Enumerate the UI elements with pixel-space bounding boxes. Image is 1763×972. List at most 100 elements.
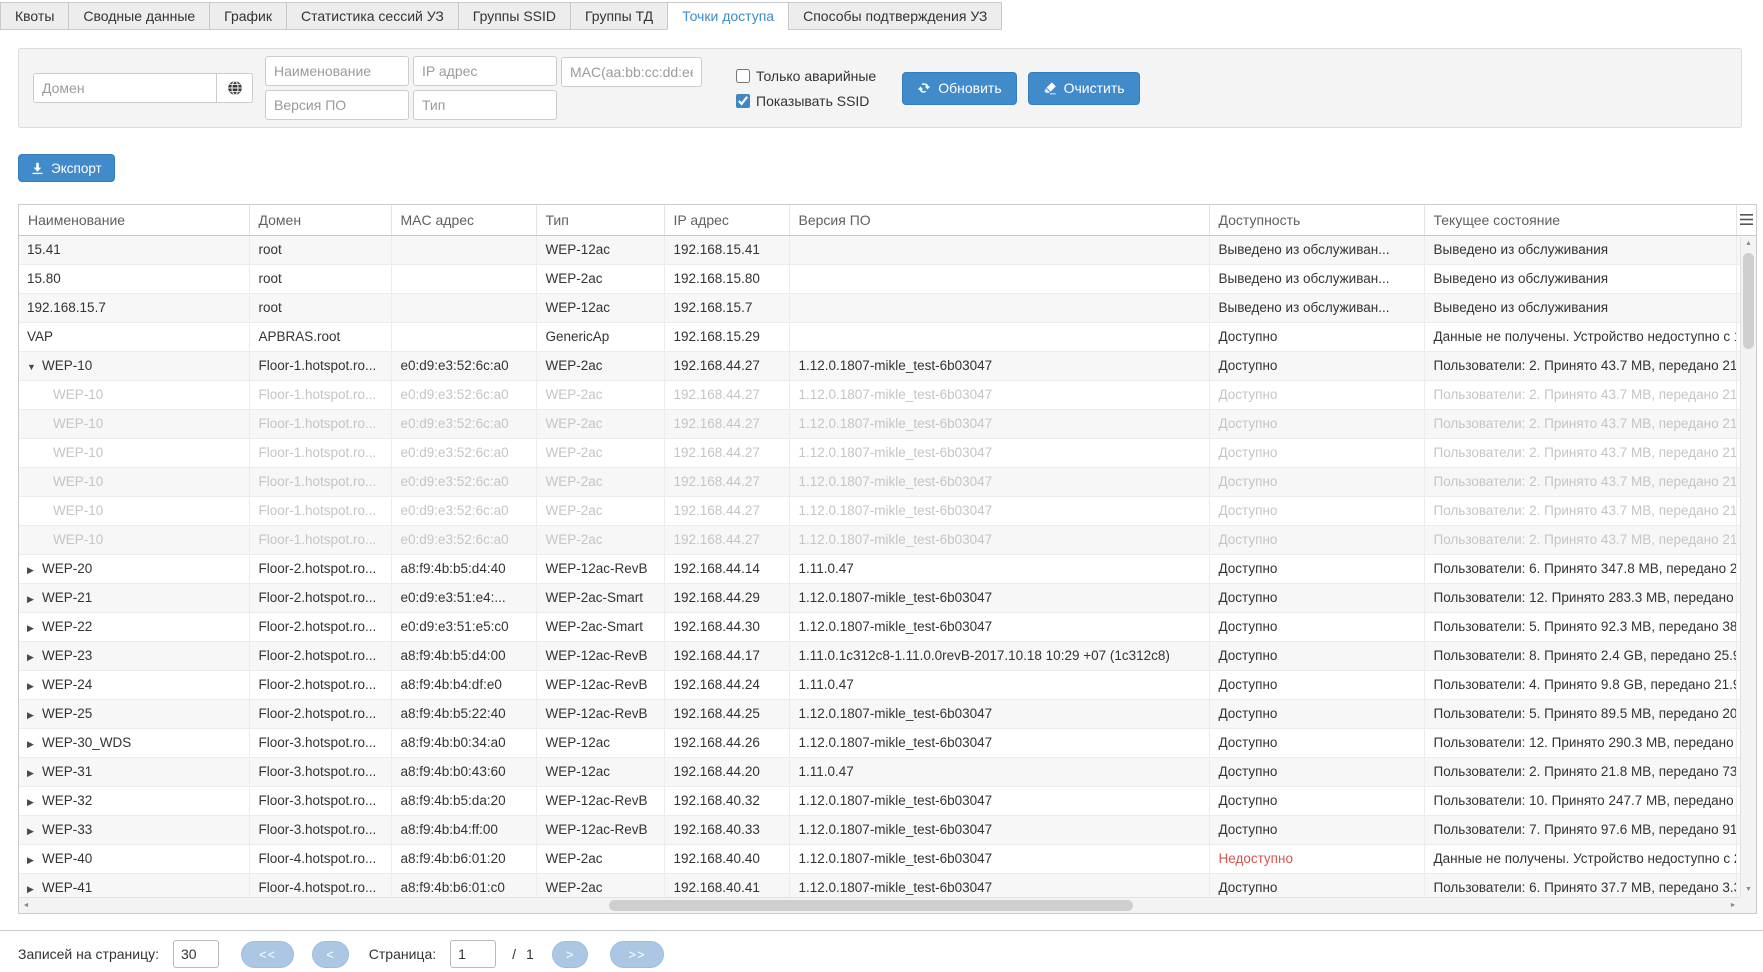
first-page-button[interactable]: << [241,941,294,968]
table-row[interactable]: WEP-10 Floor-1.hotspot.ro... e0:d9:e3:52… [19,380,1756,409]
per-page-input[interactable] [173,940,219,968]
table-row[interactable]: WEP-10 Floor-1.hotspot.ro... e0:d9:e3:52… [19,438,1756,467]
expander-icon[interactable] [27,652,42,663]
next-page-button[interactable]: > [552,941,589,968]
horizontal-scrollbar[interactable]: ◄ ► [19,897,1740,913]
scrollbar-corner [1740,897,1756,913]
ap-name: WEP-31 [42,764,92,779]
table-row[interactable]: WEP-10 Floor-1.hotspot.ro... e0:d9:e3:52… [19,351,1756,380]
table-row[interactable]: 15.41 root WEP-12ac 192.168.15.41 Выведе… [19,235,1756,264]
scroll-left-icon[interactable]: ◄ [19,902,33,909]
scroll-right-icon[interactable]: ► [1726,902,1740,909]
mac-filter-input[interactable] [561,57,702,87]
table-row[interactable]: WEP-10 Floor-1.hotspot.ro... e0:d9:e3:52… [19,525,1756,554]
table-row[interactable]: WEP-23 Floor-2.hotspot.ro... a8:f9:4b:b5… [19,641,1756,670]
export-button[interactable]: Экспорт [18,154,115,182]
expander-icon[interactable] [27,565,42,576]
tab-quotas[interactable]: Квоты [0,2,69,30]
ap-ip: 192.168.40.33 [664,815,789,844]
ap-mac: e0:d9:e3:52:6c:a0 [391,496,536,525]
page-input[interactable] [450,940,496,968]
show-ssid-checkbox[interactable] [736,94,750,108]
expander-icon[interactable] [27,884,42,895]
expander-icon[interactable] [27,797,42,808]
col-header-availability[interactable]: Доступность [1209,205,1424,235]
table-row[interactable]: WEP-10 Floor-1.hotspot.ro... e0:d9:e3:52… [19,409,1756,438]
col-header-ip[interactable]: IP адрес [664,205,789,235]
table-row[interactable]: VAP APBRAS.root GenericAp 192.168.15.29 … [19,322,1756,351]
expander-icon[interactable] [27,739,42,750]
ap-availability: Выведено из обслуживан... [1209,235,1424,264]
table-row[interactable]: 15.80 root WEP-2ac 192.168.15.80 Выведен… [19,264,1756,293]
expander-icon[interactable] [27,681,42,692]
tab-ap-groups[interactable]: Группы ТД [570,2,668,30]
table-row[interactable]: WEP-25 Floor-2.hotspot.ro... a8:f9:4b:b5… [19,699,1756,728]
ap-state: Пользователи: 2. Принято 21.8 MB, переда… [1424,757,1736,786]
ap-type: WEP-12ac-RevB [536,699,664,728]
table-row[interactable]: WEP-21 Floor-2.hotspot.ro... e0:d9:e3:51… [19,583,1756,612]
ap-state: Пользователи: 2. Принято 43.7 MB, переда… [1424,380,1736,409]
tab-auth-methods[interactable]: Способы подтверждения УЗ [788,2,1002,30]
horizontal-scrollbar-thumb[interactable] [609,900,1134,911]
col-header-domain[interactable]: Домен [249,205,391,235]
show-ssid-checkbox-label[interactable]: Показывать SSID [736,93,876,109]
only-faulty-checkbox-label[interactable]: Только аварийные [736,68,876,84]
expander-icon[interactable] [27,623,42,634]
ap-name: WEP-32 [42,793,92,808]
col-header-state[interactable]: Текущее состояние [1424,205,1736,235]
name-filter-input[interactable] [265,56,409,86]
ap-domain: Floor-2.hotspot.ro... [249,554,391,583]
tab-ssid-groups[interactable]: Группы SSID [458,2,571,30]
vertical-scrollbar-thumb[interactable] [1743,253,1754,349]
col-header-name[interactable]: Наименование [19,205,249,235]
table-row[interactable]: WEP-31 Floor-3.hotspot.ro... a8:f9:4b:b0… [19,757,1756,786]
only-faulty-checkbox[interactable] [736,69,750,83]
scroll-up-icon[interactable]: ▲ [1741,237,1756,251]
table-row[interactable]: WEP-40 Floor-4.hotspot.ro... a8:f9:4b:b6… [19,844,1756,873]
prev-page-button[interactable]: < [312,941,349,968]
table-row[interactable]: WEP-20 Floor-2.hotspot.ro... a8:f9:4b:b5… [19,554,1756,583]
table-row[interactable]: WEP-30_WDS Floor-3.hotspot.ro... a8:f9:4… [19,728,1756,757]
table-row[interactable]: WEP-10 Floor-1.hotspot.ro... e0:d9:e3:52… [19,467,1756,496]
type-filter-input[interactable] [413,90,557,120]
expander-icon[interactable] [27,855,42,866]
tab-label: Группы SSID [473,8,556,24]
table-row[interactable]: WEP-24 Floor-2.hotspot.ro... a8:f9:4b:b4… [19,670,1756,699]
clear-button[interactable]: Очистить [1028,72,1140,105]
table-row[interactable]: 192.168.15.7 root WEP-12ac 192.168.15.7 … [19,293,1756,322]
expander-icon[interactable] [27,826,42,837]
domain-input[interactable] [33,73,217,103]
per-page-label: Записей на страницу: [18,946,159,962]
filter-buttons: Обновить Очистить [902,72,1139,105]
firmware-filter-input[interactable] [265,90,409,120]
expander-icon[interactable] [27,362,42,372]
table-row[interactable]: WEP-33 Floor-3.hotspot.ro... a8:f9:4b:b4… [19,815,1756,844]
tab-chart[interactable]: График [209,2,287,30]
col-header-firmware[interactable]: Версия ПО [789,205,1209,235]
domain-select-button[interactable] [217,73,253,103]
ap-ip: 192.168.44.24 [664,670,789,699]
ap-firmware: 1.12.0.1807-mikle_test-6b03047 [789,380,1209,409]
scroll-down-icon[interactable]: ▼ [1741,883,1756,897]
ap-mac: e0:d9:e3:52:6c:a0 [391,380,536,409]
column-menu-button[interactable] [1736,205,1756,235]
vertical-scrollbar-track[interactable] [1741,251,1756,883]
tab-label: Группы ТД [585,8,653,24]
table-row[interactable]: WEP-32 Floor-3.hotspot.ro... a8:f9:4b:b5… [19,786,1756,815]
expander-icon[interactable] [27,594,42,605]
horizontal-scrollbar-track[interactable] [33,898,1726,913]
vertical-scrollbar[interactable]: ▲ ▼ [1740,237,1756,897]
expander-icon[interactable] [27,768,42,779]
refresh-icon [917,81,931,95]
expander-icon[interactable] [27,710,42,721]
table-row[interactable]: WEP-10 Floor-1.hotspot.ro... e0:d9:e3:52… [19,496,1756,525]
table-row[interactable]: WEP-22 Floor-2.hotspot.ro... e0:d9:e3:51… [19,612,1756,641]
tab-session-stats[interactable]: Статистика сессий УЗ [286,2,459,30]
last-page-button[interactable]: >> [610,941,663,968]
col-header-mac[interactable]: MAC адрес [391,205,536,235]
tab-summary[interactable]: Сводные данные [68,2,210,30]
refresh-button[interactable]: Обновить [902,72,1016,105]
col-header-type[interactable]: Тип [536,205,664,235]
tab-access-points[interactable]: Точки доступа [667,2,789,30]
ip-filter-input[interactable] [413,56,557,86]
